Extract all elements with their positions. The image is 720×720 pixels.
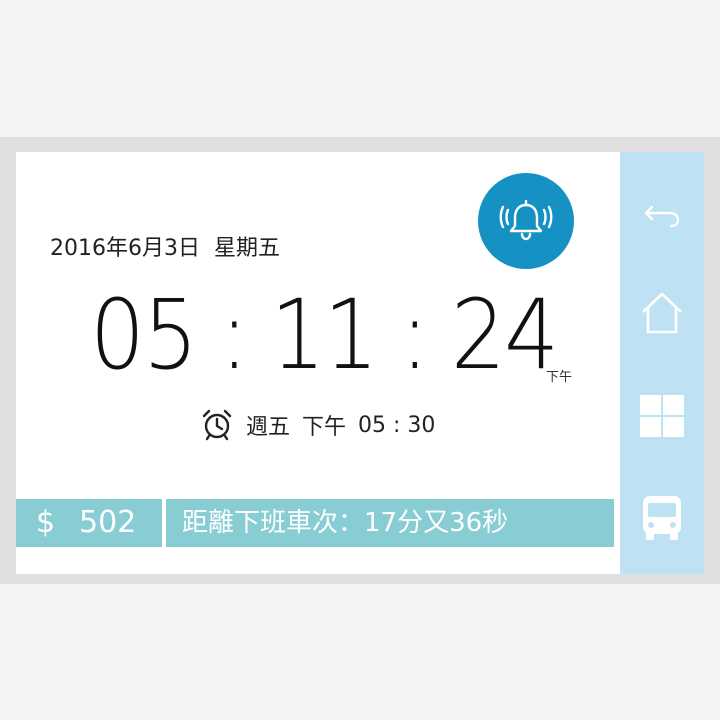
bus-countdown-text: 距離下班車次：17分又36秒 <box>182 508 509 538</box>
alarm-ringing-button[interactable] <box>478 173 574 269</box>
bus-countdown: 距離下班車次：17分又36秒 <box>166 499 614 547</box>
clock-hours: 05 <box>90 279 198 391</box>
clock-seconds: 24 <box>450 279 559 391</box>
clock-minutes: 11 <box>270 279 378 391</box>
main-screen: 2016年6月3日 星期五 05:11:24 下午 週五 下午 05: 30 … <box>16 152 620 574</box>
alarm-period: 下午 <box>302 415 347 440</box>
bus-icon <box>643 496 681 540</box>
alarm-setting: 週五 下午 05 : 30 <box>200 408 435 442</box>
alarm-day: 週五 <box>246 415 291 440</box>
balance-display: $ 502 <box>16 499 162 547</box>
alarm-time: 05 : 30 <box>358 412 436 438</box>
home-icon <box>642 292 682 334</box>
windows-grid-icon <box>640 395 684 437</box>
weekday-text: 星期五 <box>213 236 280 261</box>
clock-separator: : <box>219 279 249 391</box>
alarm-bell-icon <box>499 199 553 241</box>
bus-button[interactable] <box>620 490 704 546</box>
home-button[interactable] <box>620 285 704 341</box>
back-button[interactable] <box>620 187 704 243</box>
alarm-clock-icon <box>200 408 234 442</box>
digital-clock: 05:11:24 <box>90 279 559 391</box>
date-text: 2016年6月3日 <box>50 236 200 261</box>
clock-period: 下午 <box>546 370 573 385</box>
balance-amount: 502 <box>79 505 137 540</box>
sidebar <box>620 152 704 574</box>
device-frame: 2016年6月3日 星期五 05:11:24 下午 週五 下午 05: 30 … <box>0 137 720 584</box>
clock-separator: : <box>400 279 429 391</box>
back-arrow-icon <box>644 205 680 228</box>
date-display: 2016年6月3日 星期五 <box>50 230 280 262</box>
windows-button[interactable] <box>620 388 704 444</box>
currency-symbol: $ <box>36 505 56 540</box>
